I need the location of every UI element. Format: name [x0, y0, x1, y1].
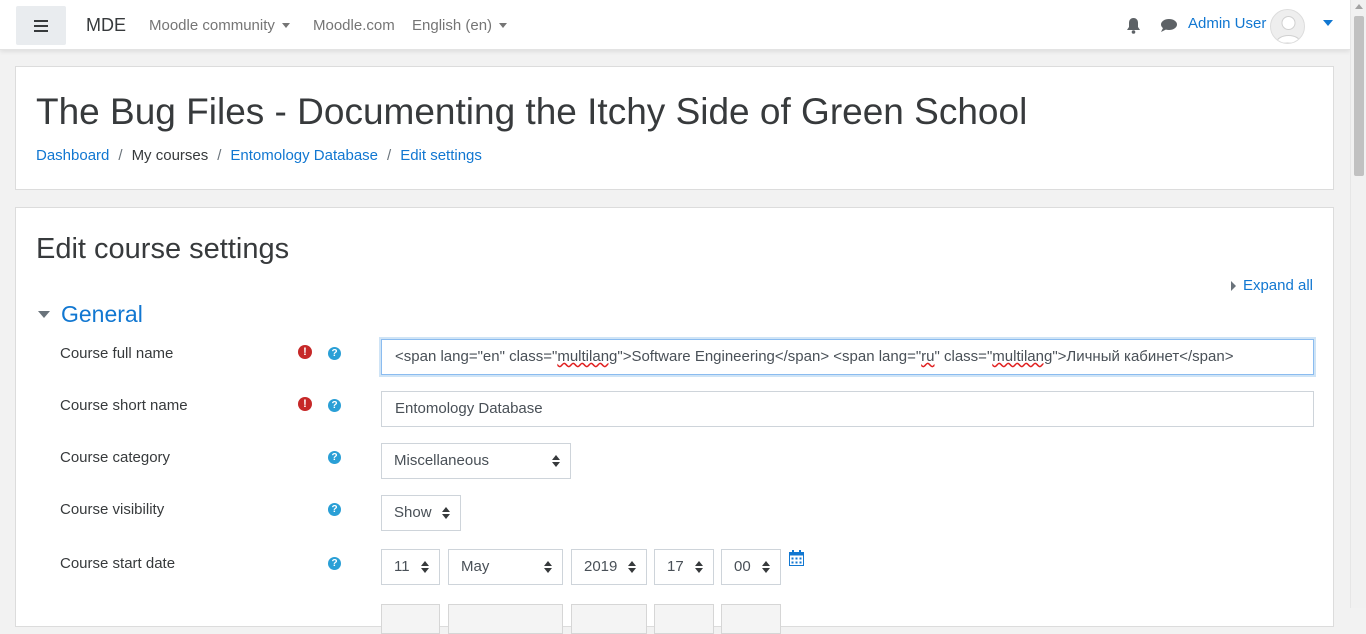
section-general-toggle[interactable]: General	[38, 301, 143, 328]
end-day-select[interactable]	[381, 604, 440, 634]
start-day-select[interactable]: 11	[381, 549, 440, 585]
help-icon[interactable]: ?	[328, 557, 341, 570]
expand-all-link[interactable]: Expand all	[1230, 277, 1313, 294]
short-name-input[interactable]: Entomology Database	[381, 391, 1314, 427]
full-name-text: ">Software Engineering</span> <span lang…	[617, 348, 922, 365]
short-name-label: Course short name	[60, 397, 188, 414]
select-arrows-icon	[762, 561, 770, 573]
select-arrows-icon	[552, 455, 560, 467]
caret-right-icon	[1230, 280, 1236, 291]
breadcrumb-edit-settings[interactable]: Edit settings	[400, 147, 482, 164]
full-name-input[interactable]: <span lang="en" class="multilang">Softwa…	[381, 339, 1314, 375]
visibility-select[interactable]: Show	[381, 495, 461, 531]
section-title: General	[61, 301, 143, 327]
end-year-select[interactable]	[571, 604, 647, 634]
required-icon: !	[298, 397, 312, 411]
end-month-select[interactable]	[448, 604, 563, 634]
help-icon[interactable]: ?	[328, 503, 341, 516]
scroll-up-icon[interactable]	[1355, 4, 1363, 9]
breadcrumb-dashboard[interactable]: Dashboard	[36, 147, 109, 164]
select-arrows-icon	[421, 561, 429, 573]
category-select[interactable]: Miscellaneous	[381, 443, 571, 479]
help-icon[interactable]: ?	[328, 399, 341, 412]
spellcheck-word: multilang	[557, 348, 618, 365]
moodle-com-label: Moodle.com	[313, 17, 395, 34]
moodle-com-link[interactable]: Moodle.com	[313, 17, 395, 34]
breadcrumb-course[interactable]: Entomology Database	[230, 147, 378, 164]
start-hour-select[interactable]: 17	[654, 549, 714, 585]
select-arrows-icon	[442, 507, 450, 519]
full-name-text: " class="	[934, 348, 993, 365]
visibility-value: Show	[394, 504, 432, 521]
help-icon[interactable]: ?	[328, 451, 341, 464]
expand-all-label: Expand all	[1242, 277, 1313, 294]
category-row: Course category ? Miscellaneous	[16, 443, 1335, 481]
caret-down-icon	[499, 23, 508, 28]
end-hour-select[interactable]	[654, 604, 714, 634]
select-arrows-icon	[628, 561, 636, 573]
course-header: The Bug Files - Documenting the Itchy Si…	[15, 66, 1334, 190]
full-name-label: Course full name	[60, 345, 174, 362]
language-label: English ‎(en)‎	[412, 17, 493, 34]
page-title: Edit course settings	[36, 233, 290, 265]
menu-icon	[34, 19, 48, 32]
start-month-value: May	[461, 558, 490, 575]
end-minute-select[interactable]	[721, 604, 781, 634]
visibility-row: Course visibility ? Show	[16, 495, 1335, 533]
category-label: Course category	[60, 449, 171, 466]
edit-form-card: Edit course settings Expand all General …	[15, 207, 1335, 634]
caret-down-icon	[38, 311, 50, 318]
category-value: Miscellaneous	[394, 452, 490, 469]
breadcrumb-separator: /	[217, 147, 222, 164]
full-name-text: <span lang="en" class="	[395, 348, 558, 365]
start-minute-select[interactable]: 00	[721, 549, 781, 585]
site-brand[interactable]: MDE	[86, 15, 126, 36]
select-arrows-icon	[695, 561, 703, 573]
menu-button[interactable]	[16, 6, 66, 45]
spellcheck-word: multilang	[992, 348, 1053, 365]
start-minute-value: 00	[734, 558, 751, 575]
start-hour-value: 17	[667, 558, 684, 575]
start-day-value: 11	[394, 558, 410, 575]
bell-icon[interactable]	[1126, 17, 1141, 34]
start-month-select[interactable]: May	[448, 549, 563, 585]
moodle-community-label: Moodle community	[149, 17, 275, 34]
full-name-row: Course full name ! ? <span lang="en" cla…	[16, 339, 1335, 377]
breadcrumb-my-courses: My courses	[131, 147, 209, 164]
language-menu[interactable]: English ‎(en)‎	[412, 17, 508, 34]
start-date-label: Course start date	[60, 555, 176, 572]
start-year-value: 2019	[584, 558, 618, 575]
spellcheck-word: ru	[921, 348, 935, 365]
help-icon[interactable]: ?	[328, 347, 341, 360]
chat-icon[interactable]	[1160, 18, 1178, 33]
chevron-down-icon[interactable]	[1323, 20, 1333, 26]
breadcrumb: Dashboard / My courses / Entomology Data…	[36, 147, 482, 164]
page-scrollbar[interactable]	[1350, 0, 1366, 608]
short-name-row: Course short name ! ? Entomology Databas…	[16, 391, 1335, 429]
avatar[interactable]	[1270, 9, 1305, 44]
visibility-label: Course visibility	[60, 501, 165, 518]
top-navbar: MDE Moodle community Moodle.com English …	[0, 0, 1350, 50]
breadcrumb-separator: /	[387, 147, 392, 164]
breadcrumb-separator: /	[118, 147, 123, 164]
start-date-row: Course start date ? 11 May 2019 17 00	[16, 549, 1335, 587]
scrollbar-thumb[interactable]	[1354, 16, 1364, 176]
calendar-icon[interactable]	[789, 550, 804, 566]
moodle-community-menu[interactable]: Moodle community	[149, 17, 290, 34]
start-year-select[interactable]: 2019	[571, 549, 647, 585]
full-name-text: ">Личный кабинет</span>	[1052, 348, 1234, 365]
required-icon: !	[298, 345, 312, 359]
caret-down-icon	[281, 23, 290, 28]
course-title: The Bug Files - Documenting the Itchy Si…	[36, 91, 1028, 132]
user-name[interactable]: Admin User	[1188, 15, 1266, 32]
select-arrows-icon	[544, 561, 552, 573]
